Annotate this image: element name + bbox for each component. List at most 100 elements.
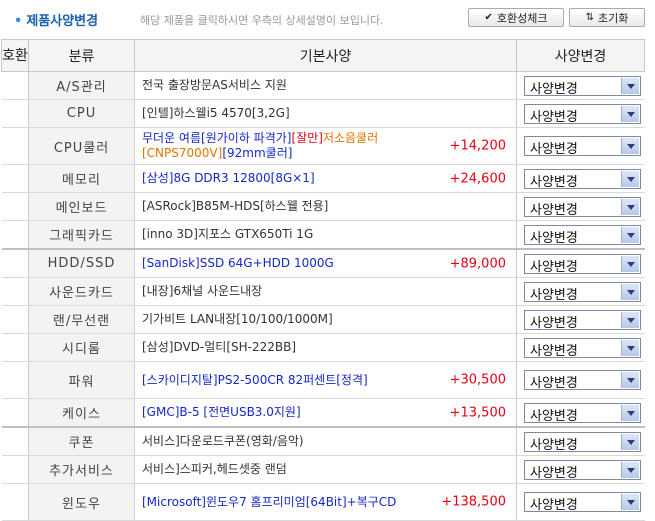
chevron-down-icon[interactable] [621,433,639,450]
compatibility-check-label: 호환성체크 [496,11,548,25]
change-spec-select[interactable]: 사양변경 [524,309,641,331]
change-spec-select[interactable]: 사양변경 [524,103,641,125]
change-spec-select-label: 사양변경 [530,465,578,481]
basic-spec-cell[interactable]: [SanDisk]SSD 64G+HDD 1000G +89,000 [134,248,517,278]
spec-text-part: [inno 3D]지포스 GTX650Ti 1G [142,227,314,241]
basic-spec-cell[interactable]: [삼성]DVD-멀티[SH-222BB] [134,333,517,362]
chevron-down-icon[interactable] [621,77,639,94]
change-spec-select[interactable]: 사양변경 [524,370,641,391]
change-spec-select[interactable]: 사양변경 [524,224,641,246]
spec-row[interactable]: CPU쿨러 무더운 여름[원가이하 파격가][잘만]저소음쿨러[CNPS7000V… [1,127,645,165]
change-spec-select[interactable]: 사양변경 [524,168,641,190]
spec-row[interactable]: A/S관리 전국 출장방문AS서비스 지원 사양변경 [1,71,645,100]
category-cell: 케이스 [28,398,135,428]
spec-row[interactable]: CPU [인텔]하스웰i5 4570[3,2G] 사양변경 [1,99,645,128]
basic-spec-text: 서비스]스피커,헤드셋중 랜덤 [142,462,510,477]
basic-spec-cell[interactable]: [Microsoft]윈도우7 홈프리미엄[64Bit]+복구CD +138,50… [134,483,517,521]
basic-spec-cell[interactable]: 전국 출장방문AS서비스 지원 [134,71,517,100]
spec-text-part: 서비스]다운로드쿠폰(영화/음악) [142,434,304,448]
chevron-down-icon[interactable] [621,255,639,272]
reset-label: 초기화 [598,11,629,25]
change-spec-select-label: 사양변경 [530,230,578,246]
basic-spec-cell[interactable]: 기가비트 LAN내장[10/100/1000M] [134,305,517,334]
change-spec-cell: 사양변경 [516,192,645,221]
category-cell: 랜/무선랜 [28,305,135,334]
compat-cell [1,277,29,306]
compat-cell [1,483,29,521]
change-spec-cell: 사양변경 [516,127,645,165]
spec-text-part: [Microsoft]윈도우7 홈프리미엄[64Bit]+복구CD [142,494,397,509]
spec-row[interactable]: 파워 [스카이디지탈]PS2-500CR 82퍼센트[정격] +30,500 사양변경 [1,361,645,399]
compat-cell [1,220,29,250]
header-bar: • 제품사양변경 해당 제품을 클릭하시면 우측의 상세설명이 보입니다. ✔ 호… [0,0,655,36]
spec-row[interactable]: 메인보드 [ASRock]B85M-HDS[하스웰 전용] 사양변경 [1,192,645,221]
compat-cell [1,361,29,399]
change-spec-cell: 사양변경 [516,164,645,193]
change-spec-select[interactable]: 사양변경 [524,337,641,359]
reset-button[interactable]: ⇅ 초기화 [569,8,645,27]
price-delta: +138,500 [441,494,506,510]
spec-row[interactable]: 랜/무선랜 기가비트 LAN내장[10/100/1000M] 사양변경 [1,305,645,334]
basic-spec-cell[interactable]: [인텔]하스웰i5 4570[3,2G] [134,99,517,128]
chevron-down-icon[interactable] [621,494,639,510]
basic-spec-cell[interactable]: 서비스]스피커,헤드셋중 랜덤 [134,455,517,484]
chevron-down-icon[interactable] [621,404,639,421]
spec-text-part: 무더운 여름[원가이하 파격가] [142,131,292,145]
compatibility-check-button[interactable]: ✔ 호환성체크 [468,8,564,27]
spec-row[interactable]: 윈도우 [Microsoft]윈도우7 홈프리미엄[64Bit]+복구CD +138… [1,483,645,521]
change-spec-select[interactable]: 사양변경 [524,431,641,453]
basic-spec-cell[interactable]: [ASRock]B85M-HDS[하스웰 전용] [134,192,517,221]
spec-row[interactable]: HDD/SSD [SanDisk]SSD 64G+HDD 1000G +89,000… [1,248,645,278]
spec-row[interactable]: 추가서비스 서비스]스피커,헤드셋중 랜덤 사양변경 [1,455,645,484]
basic-spec-cell[interactable]: [삼성]8G DDR3 12800[8G×1] +24,600 [134,164,517,193]
change-spec-select[interactable]: 사양변경 [524,253,641,275]
chevron-down-icon[interactable] [621,105,639,122]
change-spec-select[interactable]: 사양변경 [524,136,641,157]
spec-row[interactable]: 그래픽카드 [inno 3D]지포스 GTX650Ti 1G 사양변경 [1,220,645,250]
change-spec-select[interactable]: 사양변경 [524,492,641,513]
chevron-down-icon[interactable] [621,461,639,478]
section-title: • 제품사양변경 [14,10,98,29]
chevron-down-icon[interactable] [621,226,639,243]
spec-row[interactable]: 사운드카드 [내장]6채널 사운드내장 사양변경 [1,277,645,306]
basic-spec-text: [삼성]8G DDR3 12800[8G×1] [142,171,428,186]
spec-row[interactable]: 메모리 [삼성]8G DDR3 12800[8G×1] +24,600 사양변경 [1,164,645,193]
change-spec-cell: 사양변경 [516,248,645,278]
change-spec-select[interactable]: 사양변경 [524,281,641,303]
basic-spec-cell[interactable]: 서비스]다운로드쿠폰(영화/음악) [134,426,517,456]
change-spec-select-label: 사양변경 [530,408,578,424]
spec-table: 호환 분류 기본사양 사양변경 A/S관리 전국 출장방문AS서비스 지원 사양변경… [1,39,645,521]
basic-spec-text: [삼성]DVD-멀티[SH-222BB] [142,340,510,355]
compat-cell [1,127,29,165]
basic-spec-cell[interactable]: 무더운 여름[원가이하 파격가][잘만]저소음쿨러[CNPS7000V][92m… [134,127,517,165]
basic-spec-column-header: 기본사양 [134,39,517,72]
spec-row[interactable]: 케이스 [GMC]B-5 [전면USB3.0지원] +13,500 사양변경 [1,398,645,428]
chevron-down-icon[interactable] [621,372,639,388]
chevron-down-icon[interactable] [621,339,639,356]
spec-row[interactable]: 시디롬 [삼성]DVD-멀티[SH-222BB] 사양변경 [1,333,645,362]
change-spec-select[interactable]: 사양변경 [524,196,641,218]
category-cell: 추가서비스 [28,455,135,484]
change-spec-select[interactable]: 사양변경 [524,459,641,481]
basic-spec-cell[interactable]: [스카이디지탈]PS2-500CR 82퍼센트[정격] +30,500 [134,361,517,399]
compat-column-header: 호환 [1,39,29,72]
category-cell: A/S관리 [28,71,135,100]
spec-row[interactable]: 쿠폰 서비스]다운로드쿠폰(영화/음악) 사양변경 [1,426,645,456]
chevron-down-icon[interactable] [621,138,639,154]
basic-spec-text: 무더운 여름[원가이하 파격가][잘만]저소음쿨러[CNPS7000V][92m… [142,131,428,161]
basic-spec-cell[interactable]: [GMC]B-5 [전면USB3.0지원] +13,500 [134,398,517,428]
chevron-down-icon[interactable] [621,311,639,328]
change-spec-select[interactable]: 사양변경 [524,402,641,424]
table-header-row: 호환 분류 기본사양 사양변경 [1,39,645,72]
change-spec-select-label: 사양변경 [530,498,578,513]
chevron-down-icon[interactable] [621,198,639,215]
chevron-down-icon[interactable] [621,283,639,300]
change-spec-select[interactable]: 사양변경 [524,75,641,97]
change-spec-select-label: 사양변경 [530,174,578,190]
category-cell: 윈도우 [28,483,135,521]
basic-spec-cell[interactable]: [inno 3D]지포스 GTX650Ti 1G [134,220,517,250]
chevron-down-icon[interactable] [621,170,639,187]
change-spec-cell: 사양변경 [516,361,645,399]
change-spec-cell: 사양변경 [516,333,645,362]
basic-spec-cell[interactable]: [내장]6채널 사운드내장 [134,277,517,306]
